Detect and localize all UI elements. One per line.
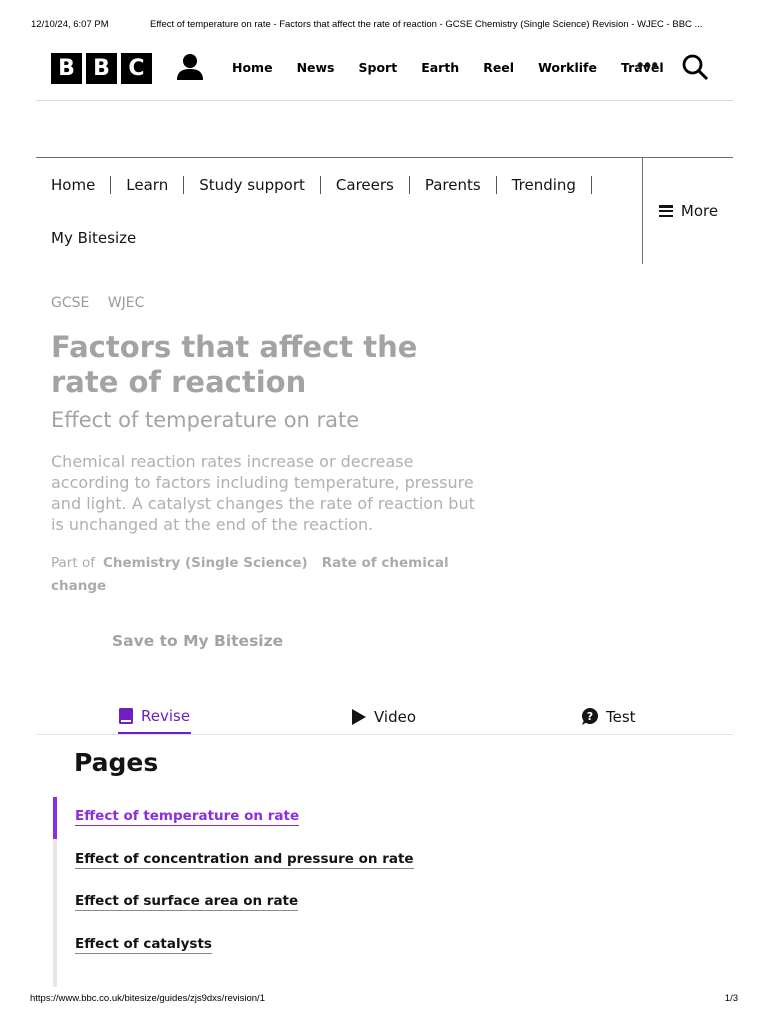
page-link-surface-area[interactable]: Effect of surface area on rate [75,893,299,911]
nav-worklife[interactable]: Worklife [526,60,609,75]
tab-video[interactable]: Video [352,700,416,734]
save-to-my-bitesize-button[interactable]: Save to My Bitesize [112,632,283,650]
nav-news[interactable]: News [285,60,347,75]
logo-letter: C [121,53,152,84]
print-page-number: 1/3 [724,993,738,1004]
page-link-concentration-pressure[interactable]: Effect of concentration and pressure on … [75,851,414,869]
print-header: 12/10/24, 6:07 PM Effect of temperature … [0,19,768,33]
bitesize-nav: Home Learn Study support Careers Parents… [36,157,733,264]
bitesize-nav-trending[interactable]: Trending [512,176,576,194]
bitesize-nav-links: Home Learn Study support Careers Parents… [51,158,621,264]
page-link-temperature[interactable]: Effect of temperature on rate [75,808,300,826]
more-menu-button[interactable]: ••• [637,56,659,74]
more-label: More [680,202,719,220]
nav-sport[interactable]: Sport [347,60,410,75]
page-summary: Chemical reaction rates increase or decr… [51,452,475,534]
bitesize-more-button[interactable]: More [642,158,734,264]
tab-label: Revise [141,707,191,725]
breadcrumb-item[interactable]: GCSE [51,295,89,311]
print-url: https://www.bbc.co.uk/bitesize/guides/zj… [30,993,265,1004]
tab-test[interactable]: ? Test [580,700,636,734]
part-of-link-course[interactable]: Chemistry (Single Science) [103,555,308,571]
pages-heading: Pages [74,748,159,777]
print-date: 12/10/24, 6:07 PM [31,19,109,30]
tab-label: Video [374,708,417,726]
tab-revise[interactable]: Revise [118,700,192,734]
bitesize-nav-study-support[interactable]: Study support [199,176,305,194]
page-subtitle: Effect of temperature on rate [51,408,360,432]
book-icon [119,708,133,724]
nav-home[interactable]: Home [220,60,285,75]
top-nav: Home News Sport Earth Reel Worklife Trav… [220,48,676,86]
breadcrumb-item[interactable]: WJEC [108,295,145,311]
bbc-logo[interactable]: B B C [51,53,152,84]
nav-divider [319,175,321,194]
logo-letter: B [51,53,82,84]
part-of-label: Part of [51,555,95,571]
nav-earth[interactable]: Earth [409,60,471,75]
nav-divider [408,175,410,194]
bitesize-nav-careers[interactable]: Careers [336,176,394,194]
logo-letter: B [86,53,117,84]
nav-divider [495,175,497,194]
bitesize-nav-learn[interactable]: Learn [126,176,168,194]
account-icon[interactable] [175,52,205,82]
page-link-catalysts[interactable]: Effect of catalysts [75,936,212,954]
nav-divider [590,175,592,194]
question-bubble-icon: ? [582,708,598,725]
bbc-masthead: B B C Home News Sport Earth Reel Worklif… [36,48,733,101]
tab-label: Test [606,708,636,726]
print-doc-title: Effect of temperature on rate - Factors … [150,19,703,30]
svg-text:?: ? [587,710,593,723]
page-title: Factors that affect the rate of reaction [51,330,418,399]
nav-divider [110,175,112,194]
bitesize-nav-my-bitesize[interactable]: My Bitesize [51,229,136,247]
nav-reel[interactable]: Reel [471,60,526,75]
pages-rail-active-indicator [53,797,57,839]
hamburger-icon [658,205,673,217]
part-of: Part of Chemistry (Single Science) Rate of… [51,552,471,598]
search-icon[interactable] [681,53,709,81]
nav-divider [183,175,185,194]
content-tabs: Revise Video ? Test [36,700,733,735]
breadcrumb: GCSE WJEC [51,295,158,311]
play-icon [352,709,366,725]
bitesize-nav-parents[interactable]: Parents [425,176,481,194]
bitesize-nav-home[interactable]: Home [51,176,95,194]
